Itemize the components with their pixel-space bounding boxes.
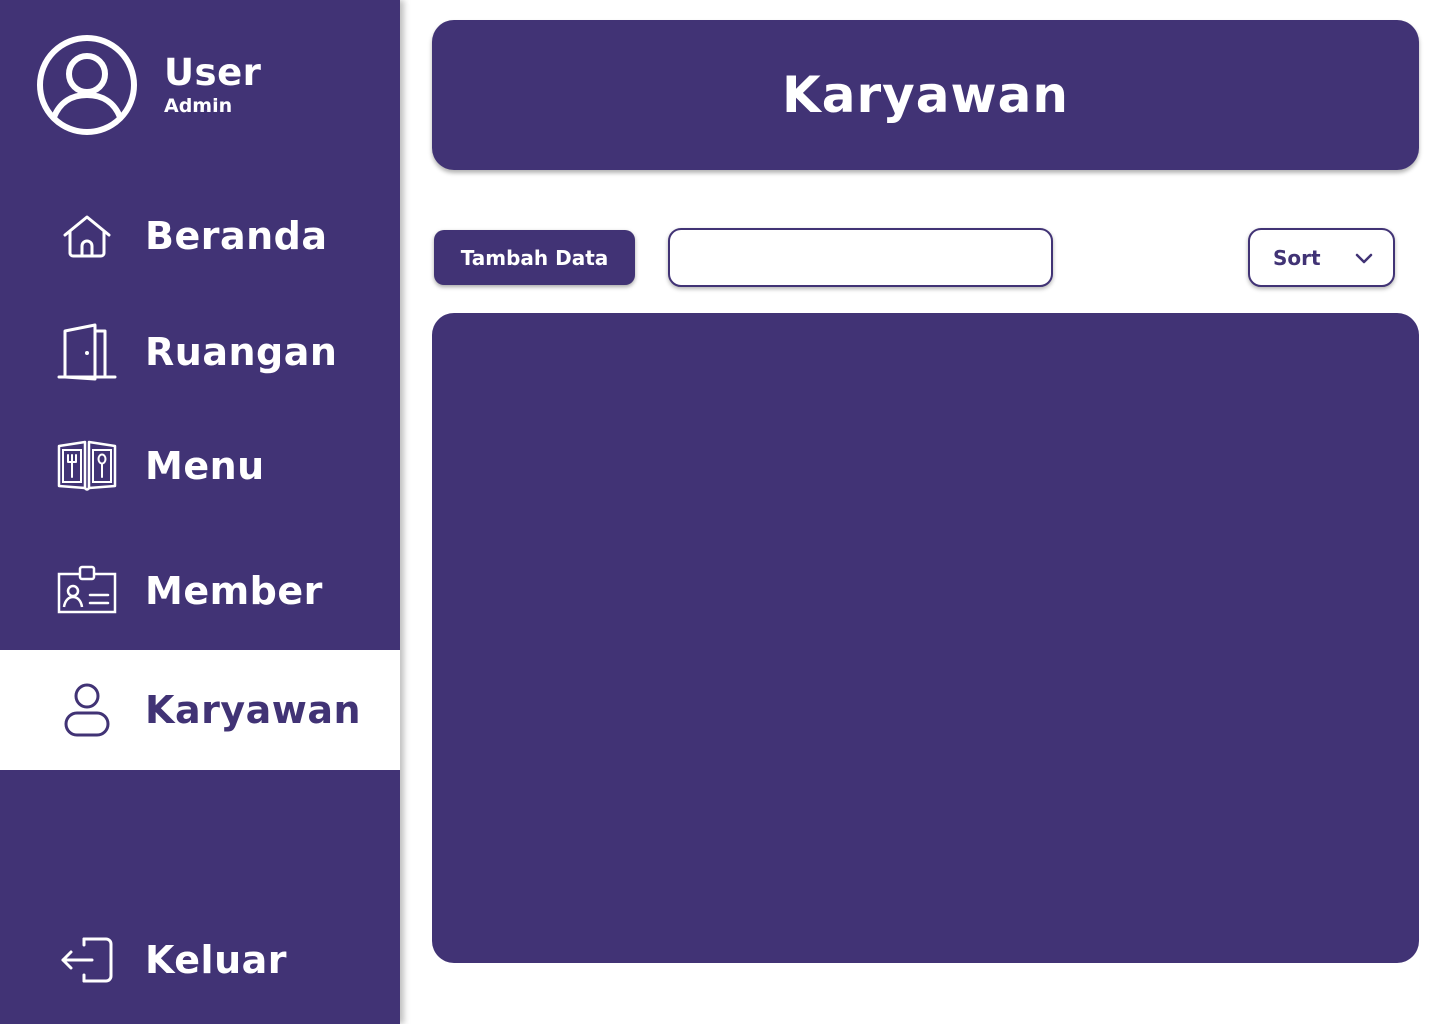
id-card-icon: [56, 560, 118, 622]
logout-label: Keluar: [145, 938, 288, 982]
sidebar-item-label: Beranda: [145, 214, 328, 258]
person-icon: [56, 679, 118, 741]
sidebar-item-member[interactable]: Member: [0, 531, 400, 651]
sidebar-item-label: Menu: [145, 444, 265, 488]
sort-label: Sort: [1273, 245, 1321, 270]
user-profile: User Admin: [36, 34, 261, 136]
sidebar-item-label: Ruangan: [145, 330, 338, 374]
user-name: User: [164, 51, 262, 94]
user-role: Admin: [164, 95, 233, 117]
sidebar-item-beranda[interactable]: Beranda: [0, 176, 400, 296]
page-title: Karyawan: [781, 66, 1069, 124]
sidebar-item-label: Karyawan: [145, 688, 362, 732]
home-icon: [56, 205, 118, 267]
user-circle-icon: [36, 34, 138, 136]
add-data-button[interactable]: Tambah Data: [434, 230, 635, 285]
page-header: Karyawan: [432, 20, 1419, 170]
logout-button[interactable]: Keluar: [0, 900, 400, 1020]
door-icon: [56, 321, 118, 383]
employee-list-panel: [432, 313, 1419, 963]
sort-dropdown[interactable]: Sort: [1248, 228, 1395, 287]
sidebar-item-label: Member: [145, 569, 323, 613]
chevron-down-icon: [1355, 250, 1373, 269]
sidebar: User Admin Beranda Ruangan Menu Member K…: [0, 0, 400, 1024]
user-profile-text: User Admin: [164, 51, 262, 118]
sidebar-item-karyawan[interactable]: Karyawan: [0, 650, 400, 770]
sidebar-item-ruangan[interactable]: Ruangan: [0, 292, 400, 412]
menu-book-icon: [56, 435, 118, 497]
logout-icon: [56, 929, 118, 991]
search-input[interactable]: [668, 228, 1053, 287]
sidebar-item-menu[interactable]: Menu: [0, 406, 400, 526]
